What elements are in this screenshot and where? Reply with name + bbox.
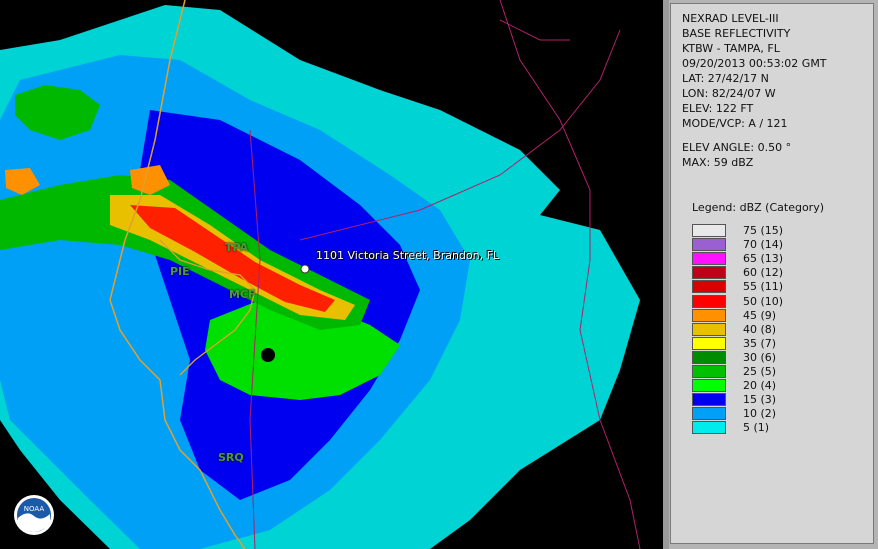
legend-row: 60 (12) xyxy=(692,266,862,280)
legend-row: 25 (5) xyxy=(692,365,862,379)
legend-label: 30 (6) xyxy=(743,350,777,364)
location-marker xyxy=(300,264,310,274)
radar-reflectivity-layer xyxy=(0,0,641,549)
legend-title: Legend: dBZ (Category) xyxy=(692,201,824,214)
legend-swatch xyxy=(692,421,726,435)
legend-row: 30 (6) xyxy=(692,350,862,365)
legend-row: 75 (15) xyxy=(692,224,862,238)
max-reflectivity: MAX: 59 dBZ xyxy=(682,156,754,169)
legend-label: 5 (1) xyxy=(743,421,770,435)
airport-label-srq: SRQ xyxy=(218,451,244,464)
noaa-logo: NOAA xyxy=(13,494,55,536)
legend-label: 40 (8) xyxy=(743,322,777,336)
legend-swatch xyxy=(692,238,726,252)
legend-label: 25 (5) xyxy=(743,365,777,378)
panel-divider xyxy=(663,0,669,549)
legend-swatch xyxy=(692,379,726,393)
legend-swatch xyxy=(692,224,726,237)
airport-label-tpa: TPA xyxy=(225,241,249,254)
station-latitude: LAT: 27/42/17 N xyxy=(682,72,769,85)
station-name: KTBW - TAMPA, FL xyxy=(682,42,780,55)
airport-label-mcf: MCF xyxy=(229,288,256,301)
legend-label: 35 (7) xyxy=(743,336,777,350)
legend-row: 55 (11) xyxy=(692,280,862,294)
legend-row: 65 (13) xyxy=(692,252,862,266)
product-name: NEXRAD LEVEL-III xyxy=(682,12,779,25)
legend-label: 65 (13) xyxy=(743,252,784,266)
legend-label: 20 (4) xyxy=(743,379,777,393)
airport-label-pie: PIE xyxy=(170,265,190,278)
legend-row: 35 (7) xyxy=(692,336,862,351)
legend-row: 5 (1) xyxy=(692,421,862,435)
legend-label: 70 (14) xyxy=(743,238,784,252)
radar-site-marker xyxy=(261,348,275,362)
legend-row: 20 (4) xyxy=(692,379,862,393)
legend-swatch xyxy=(692,252,726,266)
legend-row: 45 (9) xyxy=(692,308,862,323)
legend-swatch xyxy=(692,322,726,336)
noaa-logo-text: NOAA xyxy=(24,505,45,513)
legend-swatch xyxy=(692,266,726,280)
legend-label: 55 (11) xyxy=(743,280,784,294)
legend-row: 10 (2) xyxy=(692,407,862,421)
legend-row: 40 (8) xyxy=(692,322,862,337)
legend-swatch xyxy=(692,393,726,407)
product-type: BASE REFLECTIVITY xyxy=(682,27,791,40)
legend-row: 15 (3) xyxy=(692,393,862,407)
legend-label: 15 (3) xyxy=(743,393,777,407)
scan-datetime: 09/20/2013 00:53:02 GMT xyxy=(682,57,827,70)
legend-swatch xyxy=(692,294,726,308)
station-longitude: LON: 82/24/07 W xyxy=(682,87,776,100)
elevation-angle: ELEV ANGLE: 0.50 ° xyxy=(682,141,792,154)
legend-label: 75 (15) xyxy=(743,224,784,237)
legend-row: 50 (10) xyxy=(692,294,862,309)
legend-label: 60 (12) xyxy=(743,266,784,280)
legend-swatch xyxy=(692,365,726,378)
station-elevation: ELEV: 122 FT xyxy=(682,102,754,115)
info-panel: NEXRAD LEVEL-III BASE REFLECTIVITY KTBW … xyxy=(670,3,874,544)
legend-swatch xyxy=(692,308,726,322)
legend-label: 10 (2) xyxy=(743,407,777,421)
legend-swatch xyxy=(692,336,726,350)
legend-swatch xyxy=(692,407,726,421)
legend-row: 70 (14) xyxy=(692,238,862,252)
radar-map[interactable]: 1101 Victoria Street, Brandon, FL TPA PI… xyxy=(0,0,663,549)
legend-label: 50 (10) xyxy=(743,294,784,308)
location-label: 1101 Victoria Street, Brandon, FL xyxy=(316,249,500,262)
legend-label: 45 (9) xyxy=(743,308,777,322)
mode-vcp: MODE/VCP: A / 121 xyxy=(682,117,788,130)
legend-swatch xyxy=(692,280,726,294)
legend-swatch xyxy=(692,350,726,364)
